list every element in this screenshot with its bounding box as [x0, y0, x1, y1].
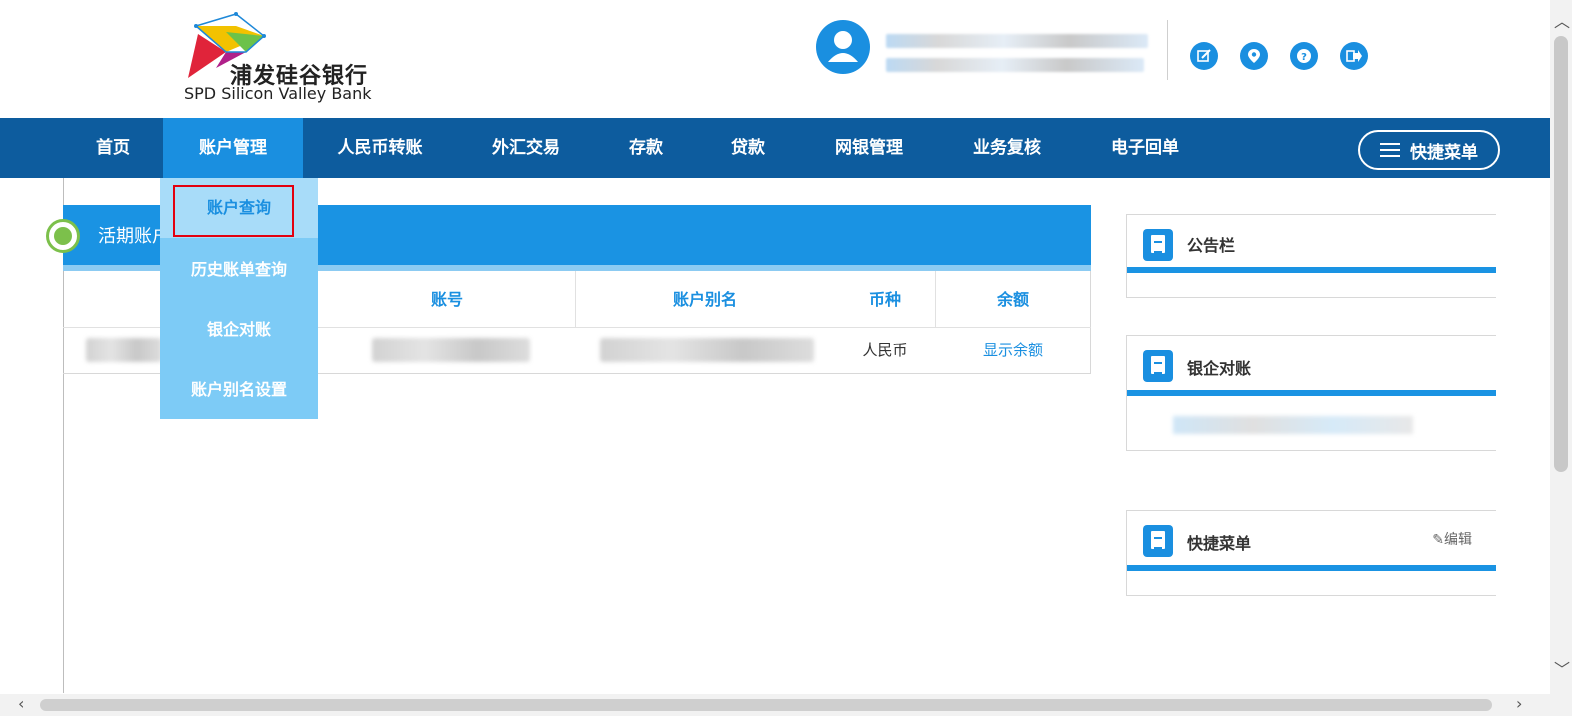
- quick-menu-button[interactable]: 快捷菜单: [1358, 130, 1500, 170]
- user-avatar[interactable]: [816, 20, 870, 74]
- nav-rmb-transfer[interactable]: 人民币转账: [310, 118, 450, 178]
- location-icon[interactable]: [1240, 42, 1268, 70]
- nav-online-banking[interactable]: 网银管理: [810, 118, 928, 178]
- dropdown-item-reconciliation[interactable]: 银企对账: [160, 300, 318, 360]
- quick-menu-label: 快捷菜单: [1410, 142, 1478, 163]
- col-header-account-no: 账号: [430, 290, 463, 309]
- card-title: 快捷菜单: [1187, 534, 1252, 553]
- bank-logo[interactable]: 浦发硅谷银行 SPD Silicon Valley Bank: [182, 12, 402, 108]
- nav-loan[interactable]: 贷款: [700, 118, 796, 178]
- chevron-left-icon[interactable]: ‹: [18, 694, 24, 713]
- user-icon: [828, 31, 858, 62]
- vertical-scroll-thumb[interactable]: [1554, 36, 1568, 472]
- vertical-scrollbar[interactable]: ︿ ﹀: [1550, 0, 1572, 694]
- hamburger-icon: [1380, 139, 1400, 161]
- edit-icon: ✎: [1432, 532, 1444, 548]
- svg-text:?: ?: [1301, 52, 1307, 63]
- edit-label: 编辑: [1444, 532, 1472, 548]
- document-icon: [1143, 525, 1173, 557]
- horizontal-scrollbar[interactable]: ‹ ›: [0, 694, 1572, 716]
- col-header-balance: 余额: [996, 290, 1029, 309]
- document-icon: [1143, 229, 1173, 261]
- nav-fx-trading[interactable]: 外汇交易: [460, 118, 592, 178]
- redacted-account-number: [372, 338, 530, 362]
- help-icon[interactable]: ?: [1290, 42, 1318, 70]
- col-header-currency: 币种: [868, 290, 901, 309]
- dropdown-item-history-statement[interactable]: 历史账单查询: [160, 240, 318, 300]
- logout-icon[interactable]: [1340, 42, 1368, 70]
- chevron-right-icon[interactable]: ›: [1516, 694, 1522, 713]
- chevron-up-icon[interactable]: ︿: [1554, 8, 1570, 32]
- cell-currency: 人民币: [862, 341, 908, 359]
- dropdown-item-alias-settings[interactable]: 账户别名设置: [160, 360, 318, 420]
- reconciliation-card: 银企对账: [1126, 335, 1496, 451]
- status-dot-icon: [46, 219, 80, 253]
- header: 浦发硅谷银行 SPD Silicon Valley Bank ?: [0, 0, 1550, 118]
- user-info-redacted: [886, 34, 1148, 82]
- card-title: 银企对账: [1187, 359, 1252, 378]
- quick-menu-card: 快捷菜单 ✎编辑: [1126, 510, 1496, 596]
- nav-caret: [226, 171, 240, 178]
- main-nav: 首页 账户管理 人民币转账 外汇交易 存款 贷款 网银管理 业务复核 电子回单: [0, 118, 1550, 178]
- nav-business-review[interactable]: 业务复核: [948, 118, 1066, 178]
- header-divider: [1167, 20, 1168, 80]
- nav-deposit[interactable]: 存款: [600, 118, 692, 178]
- col-header-alias: 账户别名: [672, 290, 737, 309]
- nav-e-receipt[interactable]: 电子回单: [1086, 118, 1204, 178]
- redacted-reconciliation-content: [1173, 416, 1413, 434]
- redacted-account-alias: [600, 338, 814, 362]
- show-balance-link[interactable]: 显示余额: [935, 327, 1091, 373]
- document-icon: [1143, 350, 1173, 382]
- highlight-box: [173, 185, 294, 237]
- edit-icon[interactable]: [1190, 42, 1218, 70]
- card-title: 公告栏: [1187, 236, 1236, 255]
- card-bar: [1127, 390, 1496, 396]
- bank-name-en: SPD Silicon Valley Bank: [184, 84, 372, 103]
- redacted-account-type: [86, 338, 162, 362]
- edit-quick-menu-button[interactable]: ✎编辑: [1432, 529, 1472, 549]
- chevron-down-icon[interactable]: ﹀: [1554, 656, 1570, 680]
- horizontal-scroll-thumb[interactable]: [40, 699, 1492, 711]
- card-bar: [1127, 565, 1496, 571]
- nav-account-management[interactable]: 账户管理: [163, 118, 303, 178]
- nav-home[interactable]: 首页: [66, 118, 160, 178]
- nav-account-management-label: 账户管理: [199, 138, 267, 158]
- card-bar: [1127, 267, 1496, 273]
- notice-board-card: 公告栏: [1126, 214, 1496, 298]
